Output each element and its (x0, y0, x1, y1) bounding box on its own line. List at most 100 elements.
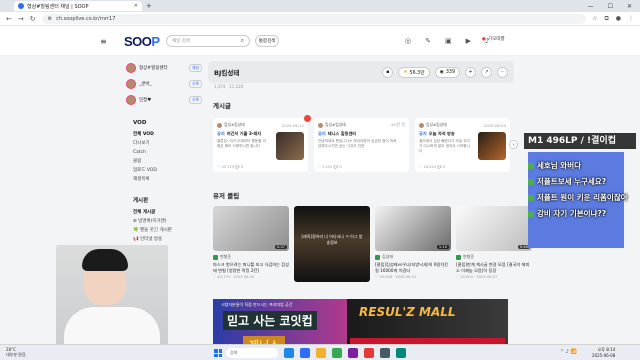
sidebar-item-playlist[interactable]: 재생목록 (126, 175, 202, 184)
avatar (217, 122, 222, 128)
video-icon[interactable]: ▶ (466, 37, 471, 45)
balloon-count[interactable]: ★ 56.3만 (398, 66, 430, 78)
bookmark-star-icon[interactable]: ☆ (592, 15, 597, 23)
profile-icon[interactable]: ● (616, 15, 621, 23)
tab-close-icon[interactable]: ✕ (134, 3, 138, 9)
favorite-channel[interactable]: 형상#힐링센터 채널 (126, 60, 202, 76)
share-icon[interactable]: ↗ (481, 66, 492, 78)
app-icon[interactable] (348, 348, 358, 358)
app-icon[interactable] (364, 348, 374, 358)
clip-card[interactable]: [레직]정어리 너 어다서나 ㅋ 어그 방송정보 (294, 206, 370, 282)
author-badge-icon (456, 254, 461, 260)
clip-stats: ♡ 33,598 · 2025-06-01 (375, 275, 417, 279)
clip-thumbnail: 1:10 (375, 206, 451, 251)
sidebar-item-upload-vod[interactable]: 업로드 VOD (126, 166, 202, 175)
posts-section-title: 게시글 (213, 102, 231, 110)
search-icon[interactable]: ⌕ (241, 37, 244, 45)
browser-tabbar: 형상#힐링센터 채널 | SOOP ✕ + — ☐ ✕ (0, 0, 640, 12)
sidebar-item-board[interactable]: 🍀 팬들 웃긴 게시판 (126, 226, 202, 235)
author-badge-icon (213, 254, 218, 260)
clip-card[interactable]: 0:37 변형준 마스크 벗으려는 퍼니를 보고 식겁하는 킴성태 변형 [청량… (213, 206, 289, 282)
post-stats: ♡ 33,179 💬 0 (217, 165, 243, 169)
favorite-channel[interactable]: _쿤바_ 기록 (126, 76, 202, 92)
task-view-icon[interactable] (284, 348, 294, 358)
new-tab-button[interactable]: + (146, 2, 152, 10)
banner-left-headline: 믿고 사는 코잇컵 (223, 311, 317, 330)
logo-main: SOO (124, 34, 152, 49)
forward-arrow-icon[interactable]: → (18, 15, 24, 23)
sidebar-item-board[interactable]: 📢 인터넷 방송 (126, 235, 202, 244)
maximize-button[interactable]: ☐ (608, 3, 613, 10)
favorite-channel[interactable]: 민정♥ 기록 (126, 92, 202, 108)
sidebar-item-all-posts[interactable]: 전체 게시글 (126, 208, 202, 217)
viewer-value: 339 (445, 69, 455, 75)
post-thumbnail (276, 132, 304, 160)
clip-duration: 0:37 (274, 245, 287, 249)
app-icon[interactable] (396, 348, 406, 358)
sidebar-item-clip[interactable]: 클립 (126, 157, 202, 166)
viewer-count[interactable]: ◉ 339 (434, 66, 460, 78)
clip-author: 김성태 (382, 254, 394, 259)
chat-badge-icon (528, 162, 534, 169)
browser-tab[interactable]: 형상#힐링센터 채널 | SOOP ✕ (14, 1, 142, 11)
post-body: 결론은! 여기 이제부터 활동할 이용은 해보 사용하시면 됩니다 (217, 139, 266, 148)
banner-left-caption: 시청자분들이 직접 만드시는 프리미엄 공간 (221, 302, 293, 307)
browser-menu-icon[interactable]: ⋮ (628, 15, 634, 23)
clock-date: 2025-06-08 (592, 352, 616, 358)
system-tray-icons[interactable]: ⌃ ♪ 📶 (560, 349, 577, 355)
post-author: 킴성#킴성태 (426, 122, 447, 127)
favorite-name: 형상#힐링센터 (139, 66, 168, 71)
post-board: 공지 (318, 131, 326, 136)
back-arrow-icon[interactable]: ← (6, 15, 12, 23)
lock-icon[interactable]: ▪ (382, 66, 394, 78)
post-card[interactable]: 킴성#킴성태 4시간 전 공지 테니스 힐링센터 안녕하세요 팬입니다ㅎ 하셔야겠어… (314, 118, 409, 172)
post-date: 2025-06-04 (483, 122, 506, 128)
windows-start-icon[interactable] (214, 349, 222, 357)
avatar (126, 79, 136, 89)
more-icon[interactable]: ⋯ (497, 66, 508, 78)
weather-widget[interactable]: 28°C 대부분 맑음 (6, 347, 26, 357)
broadcast-icon[interactable]: ✎ (425, 37, 431, 45)
shop-icon[interactable]: ▣ (445, 37, 452, 45)
user-name: 기모띠쨩 (487, 37, 505, 42)
address-bar: ← → ↻ ⚙ ch.sooplive.co.kr/rnrr17 ☆ ⧉ ● ⋮ (0, 12, 640, 26)
board-heading: 게시판 (133, 198, 149, 204)
avatar (318, 122, 323, 128)
taskbar-clock[interactable]: 오후 8:14 2025-06-08 (592, 347, 615, 358)
minimize-button[interactable]: — (588, 3, 594, 10)
app-icon[interactable] (380, 348, 390, 358)
edge-icon[interactable] (300, 348, 310, 358)
post-date: 2025-06-12 (281, 122, 304, 128)
banner-right-logo: RESUL'Z MALL (359, 305, 456, 319)
taskbar-search-input[interactable]: 검색 (226, 348, 278, 358)
sidebar-item-replay[interactable]: 다시보기 (126, 139, 202, 148)
live-icon[interactable]: ◎ (405, 37, 411, 45)
channel-search-input[interactable]: 채널 검색 ⌕ (166, 35, 250, 47)
post-card[interactable]: 킴성#킴성태 2025-06-04 공지 오늘 자석 방송 결이에서 심장 빠졌다가… (415, 118, 510, 172)
overlay-chat-text: 강비 자기 기본이냐?? (537, 209, 607, 218)
sidebar-item-catch[interactable]: Catch (126, 148, 202, 157)
soop-logo[interactable]: SOOP (124, 34, 160, 49)
hamburger-menu-icon[interactable]: ≡ (100, 37, 107, 46)
sidebar-item-all-vod[interactable]: 전체 VOD (126, 130, 202, 139)
search-all-button[interactable]: 통합검색 (255, 35, 279, 47)
close-window-button[interactable]: ✕ (627, 3, 632, 10)
avatar (419, 122, 424, 128)
post-card[interactable]: 킴성#킴성태 2025-06-12 공지 여긴저 기출 3·레지 결론은! 여기 이… (213, 115, 311, 172)
chrome-icon[interactable] (332, 348, 342, 358)
reload-icon[interactable]: ↻ (30, 15, 36, 23)
sidebar-item-board[interactable]: ⊕ 방명록(이거맨) (126, 217, 202, 226)
site-info-icon[interactable]: ⚙ (48, 16, 52, 22)
url-field[interactable]: ⚙ ch.sooplive.co.kr/rnrr17 (41, 13, 587, 24)
extensions-icon[interactable]: ⧉ (604, 15, 608, 23)
explorer-icon[interactable] (316, 348, 326, 358)
lp-title: M1 496LP / !결이컵 (524, 133, 636, 149)
clip-card[interactable]: 1:10 김성태 [클립]킴성태vs우나(지방낙세)의 0킬치킨 킬 16000… (375, 206, 451, 282)
next-arrow-icon[interactable]: › (509, 140, 518, 149)
clip-author: 변형준 (220, 254, 232, 259)
post-title: 여긴저 기출 3·레지 (226, 131, 262, 136)
user-profile-button[interactable]: ● 기모띠쨩 (482, 36, 505, 43)
post-stats: ♡ 2,101 💬 0 (318, 165, 342, 169)
add-icon[interactable]: + (465, 66, 476, 78)
chat-badge-icon (528, 194, 534, 201)
